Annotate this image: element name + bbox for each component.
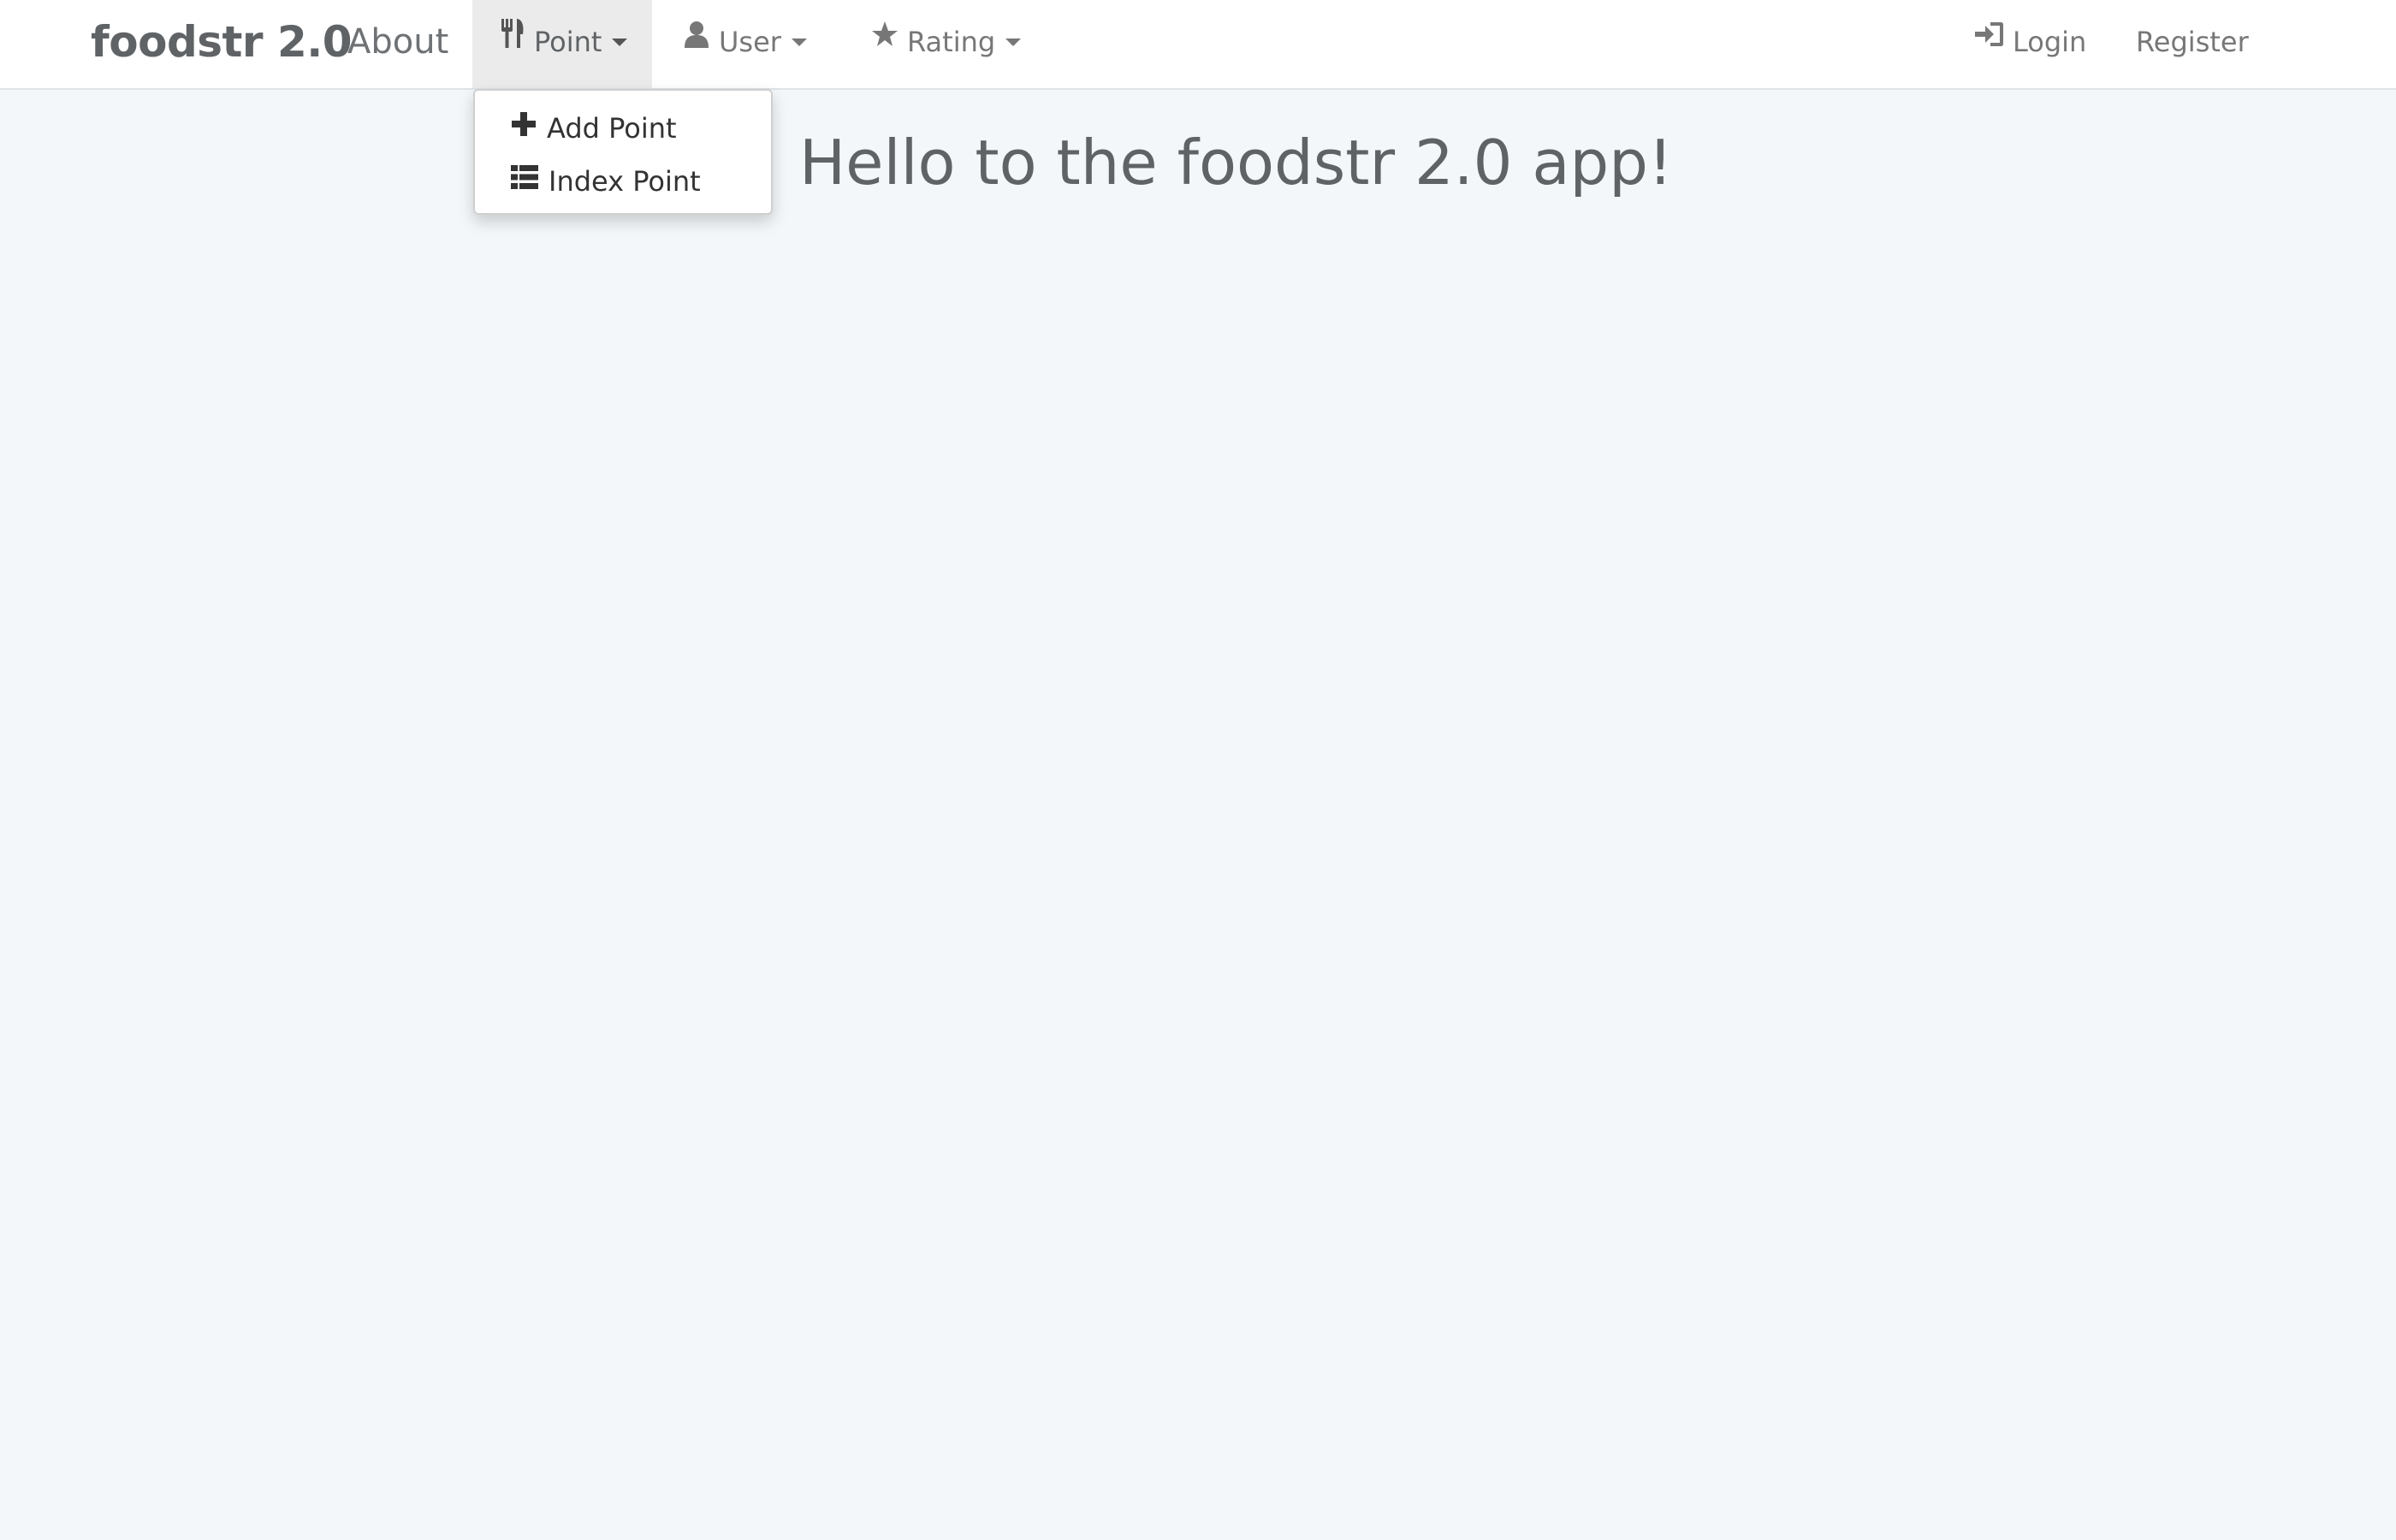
nav-rating-label: Rating [907,26,996,58]
nav-point-dropdown-toggle[interactable]: Point [472,0,652,88]
nav-login-link[interactable]: Login [1975,0,2086,88]
star-icon [871,0,898,80]
plus-icon [511,102,537,153]
nav-register-link[interactable]: Register [2136,0,2249,88]
chevron-down-icon [1005,38,1022,46]
menu-item-index-point[interactable]: Index Point [475,156,771,207]
chevron-down-icon [791,38,807,46]
page-title: Hello to the foodstr 2.0 app! [799,127,1673,198]
user-icon [683,0,710,80]
login-icon [1975,0,2004,80]
nav-login-label: Login [2013,26,2087,58]
brand-logo[interactable]: foodstr 2.0 [91,0,353,88]
nav-user-label: User [719,26,781,58]
list-icon [511,155,538,206]
cutlery-icon [500,0,525,80]
chevron-down-icon [612,38,628,46]
menu-item-index-point-label: Index Point [549,165,701,198]
nav-about-link[interactable]: About [347,0,448,88]
nav-point-label: Point [534,26,602,58]
nav-rating-dropdown-toggle[interactable]: Rating [871,0,1022,88]
menu-item-add-point[interactable]: Add Point [475,103,771,154]
menu-item-add-point-label: Add Point [547,112,677,145]
nav-user-dropdown-toggle[interactable]: User [683,0,807,88]
navbar: foodstr 2.0 About Point User Rating Logi… [0,0,2396,90]
point-dropdown-menu: Add Point Index Point [473,89,773,215]
